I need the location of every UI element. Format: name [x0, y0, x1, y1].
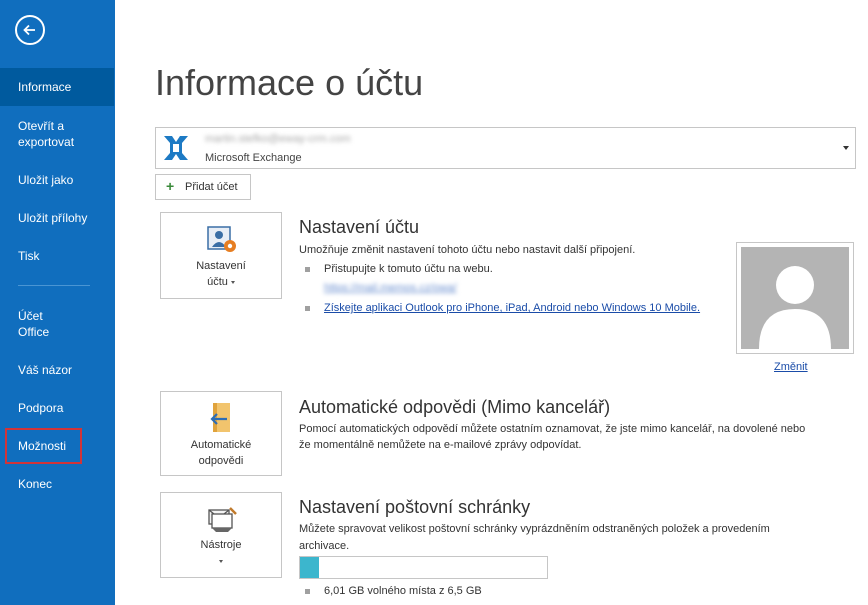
account-settings-icon: [207, 226, 236, 252]
automatic-replies-button[interactable]: Automatické odpovědi: [160, 391, 282, 476]
automatic-replies-text-1: Pomocí automatických odpovědí můžete ost…: [299, 423, 806, 435]
automatic-replies-heading: Automatické odpovědi (Mimo kancelář): [299, 397, 611, 417]
person-placeholder-icon: [759, 266, 831, 349]
mailbox-free-space: 6,01 GB volného místa z 6,5 GB: [324, 585, 482, 597]
account-selector[interactable]: martin.stefko@eway-crm.com Microsoft Exc…: [155, 127, 856, 169]
mailbox-cleanup-icon: [208, 507, 237, 532]
account-settings-button-line2-row: účtu: [161, 274, 281, 290]
plus-icon: +: [166, 178, 175, 194]
account-settings-button-line1: Nastavení: [196, 260, 246, 272]
change-photo-link[interactable]: Změnit: [774, 359, 808, 376]
account-settings-heading: Nastavení účtu: [299, 217, 420, 237]
mailbox-usage-bar: [299, 556, 548, 579]
exchange-icon: [164, 136, 188, 160]
nav-item-informace[interactable]: Informace: [0, 68, 114, 106]
web-access-text: Přistupujte k tomuto účtu na webu.: [324, 263, 493, 275]
nav-item-vas-nazor[interactable]: Váš názor: [0, 362, 114, 378]
tools-button-label: Nástroje: [200, 539, 242, 551]
automatic-replies-icon: [210, 403, 230, 432]
page-title: Informace o účtu: [155, 62, 424, 103]
account-email: martin.stefko@eway-crm.com: [205, 133, 351, 145]
chevron-down-icon: [843, 146, 849, 150]
bullet: [305, 267, 310, 272]
nav-item-tisk[interactable]: Tisk: [0, 248, 114, 264]
profile-photo: [736, 242, 854, 354]
owa-link[interactable]: https://mail.memos.cz/owa/: [324, 280, 457, 297]
automatic-replies-button-line2: odpovědi: [198, 455, 244, 467]
nav-item-ulozit-prilohy[interactable]: Uložit přílohy: [0, 210, 114, 226]
bullet: [305, 589, 310, 594]
mailbox-usage-fill: [300, 557, 319, 578]
automatic-replies-button-line1: Automatické: [190, 439, 252, 451]
add-account-label: Přidat účet: [185, 181, 238, 193]
automatic-replies-text-2: že momentálně nemůžete na e-mailové zprá…: [299, 439, 582, 451]
nav-item-podpora[interactable]: Podpora: [0, 400, 114, 416]
nav-item-ulozit-jako[interactable]: Uložit jako: [0, 172, 114, 188]
add-account-button[interactable]: + Přidat účet: [155, 174, 251, 200]
caret-down-icon: [230, 280, 235, 284]
mailbox-settings-text-2: archivace.: [299, 540, 350, 552]
bullet: [305, 306, 310, 311]
account-settings-button-line2: účtu: [207, 276, 228, 288]
tools-button[interactable]: Nástroje: [160, 492, 282, 578]
back-button[interactable]: [15, 15, 45, 45]
account-settings-button[interactable]: Nastavení účtu: [160, 212, 282, 299]
backstage-sidebar: Informace Otevřít a exportovat Uložit ja…: [0, 0, 115, 605]
nav-divider: [18, 285, 90, 286]
mailbox-settings-heading: Nastavení poštovní schránky: [299, 497, 531, 517]
moznosti-highlight-box: [5, 428, 82, 464]
caret-down-icon: [219, 559, 223, 563]
nav-item-otevrit-exportovat[interactable]: Otevřít a exportovat: [0, 118, 100, 150]
nav-item-konec[interactable]: Konec: [0, 476, 114, 492]
mailbox-settings-text-1: Můžete spravovat velikost poštovní schrá…: [299, 523, 770, 535]
nav-item-ucet-office[interactable]: Účet Office: [0, 308, 72, 340]
back-arrow-icon: [23, 24, 35, 36]
tools-button-caret-row: [161, 553, 281, 569]
outlook-mobile-link[interactable]: Získejte aplikaci Outlook pro iPhone, iP…: [324, 300, 700, 317]
account-settings-description: Umožňuje změnit nastavení tohoto účtu ne…: [299, 244, 636, 256]
account-type: Microsoft Exchange: [205, 152, 302, 164]
